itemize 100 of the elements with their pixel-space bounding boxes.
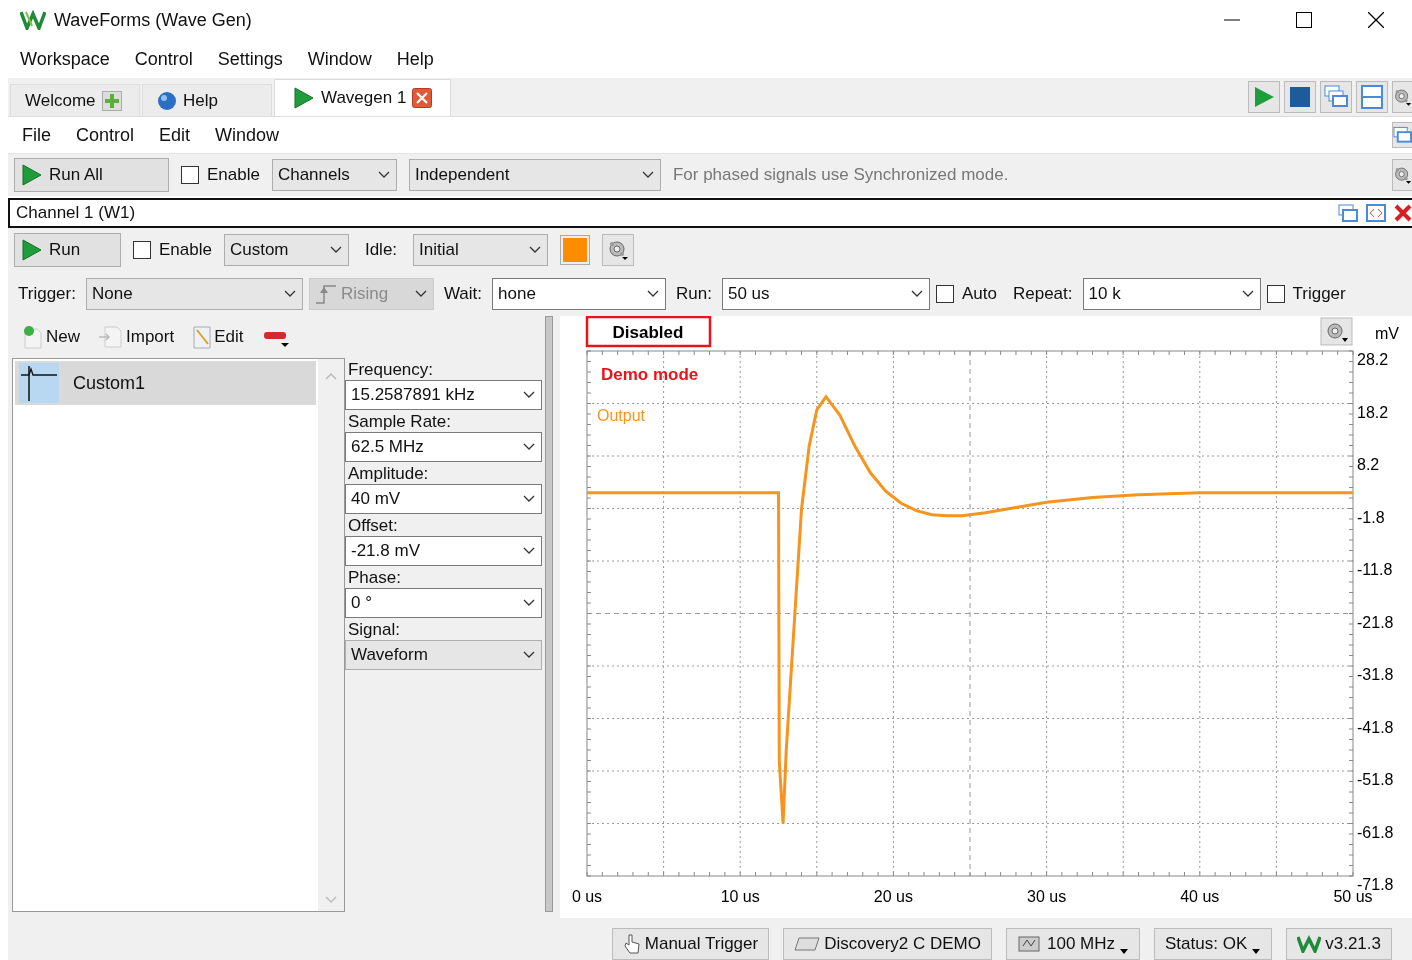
splitter-handle[interactable] (545, 316, 553, 912)
tab[interactable]: Welcome (10, 84, 140, 116)
settings-icon (607, 239, 630, 261)
chevron-icon (529, 246, 542, 254)
menu-item[interactable]: Help (396, 46, 434, 72)
restore-icon (1338, 204, 1358, 222)
chevron-icon (523, 495, 535, 503)
stop-button[interactable] (1284, 81, 1316, 113)
windows-button[interactable] (1392, 122, 1412, 148)
dropdown[interactable]: Initial (413, 234, 549, 266)
dropdown[interactable]: Independent (408, 159, 661, 191)
split-button[interactable] (1356, 81, 1388, 113)
axis-tick-label: 0 us (571, 888, 603, 905)
rising-edge-icon (314, 283, 337, 305)
axis-tick-label: 8.2 (1357, 456, 1380, 473)
checkbox[interactable] (1266, 285, 1285, 303)
dropdown[interactable]: Waveform (345, 640, 542, 670)
axis-tick-label: -21.8 (1357, 613, 1394, 631)
axis-tick-label: -31.8 (1357, 666, 1394, 683)
scrollbar[interactable] (318, 359, 344, 911)
field-label: Signal: (347, 620, 401, 640)
checkbox[interactable] (935, 285, 954, 303)
field-label: Frequency: (347, 360, 435, 380)
chevron-icon (329, 246, 342, 254)
scroll-up-icon (324, 371, 338, 381)
axis-tick-label: -61.8 (1357, 823, 1394, 841)
axis-tick-label: 28.2 (1357, 351, 1389, 368)
play-icon (21, 164, 43, 186)
hint-text: For phased signals use Synchronized mode. (672, 165, 1009, 185)
dropdown[interactable]: 50 us (721, 278, 930, 310)
close-icon (412, 88, 433, 108)
menu-item[interactable]: Control (76, 122, 135, 148)
chevron-icon (647, 290, 660, 298)
input-field[interactable]: -21.8 mV (345, 536, 542, 566)
axis-tick-label: 10 us (720, 888, 760, 905)
run-button[interactable] (1248, 81, 1280, 113)
status-button[interactable]: v3.21.3 (1286, 928, 1392, 960)
split-icon (1360, 85, 1384, 109)
menu-item[interactable]: Window (307, 46, 372, 72)
hand-pointer-icon (622, 933, 641, 955)
menu-item[interactable]: Workspace (20, 46, 110, 72)
field-label: Wait: (442, 284, 484, 304)
status-button[interactable]: 100 MHz (1006, 928, 1141, 960)
checkbox[interactable] (133, 241, 151, 259)
run-icon (1252, 85, 1276, 109)
maximize-icon (1366, 204, 1386, 222)
field-label: Run: (675, 284, 713, 304)
input-field[interactable]: hone (492, 278, 667, 310)
axis-tick-label: -41.8 (1357, 718, 1394, 736)
input-field[interactable]: 15.2587891 kHz (345, 380, 542, 410)
chevron-icon (523, 599, 535, 607)
input-field[interactable]: 40 mV (345, 484, 542, 514)
dropdown[interactable]: Custom (223, 234, 349, 266)
close-icon (1368, 12, 1384, 28)
color-swatch-icon (560, 235, 591, 265)
windows-button[interactable] (1320, 81, 1352, 113)
input-field[interactable]: 62.5 MHz (345, 432, 542, 462)
axis-tick-label: 18.2 (1357, 403, 1389, 421)
checkbox[interactable] (181, 166, 199, 184)
play-icon (21, 239, 43, 261)
input-field[interactable]: 0 ° (345, 588, 542, 618)
edit-file-icon (192, 325, 213, 349)
axis-tick-label: 20 us (873, 888, 913, 905)
tab[interactable]: Wavegen 1 (274, 79, 452, 116)
menu-item[interactable]: File (22, 122, 51, 148)
settings-button[interactable] (602, 234, 635, 266)
new-button[interactable]: New (22, 325, 80, 349)
menu-item[interactable]: Settings (217, 46, 283, 72)
dropdown[interactable]: None (85, 278, 303, 310)
axis-tick-label: -51.8 (1357, 771, 1394, 788)
maximize-icon (1296, 12, 1312, 28)
minimize-icon (1224, 19, 1240, 21)
dropdown[interactable]: 10 k (1082, 278, 1261, 310)
app-logo-icon (20, 10, 46, 30)
tab[interactable]: Help (142, 84, 272, 116)
settings-button[interactable] (1392, 159, 1412, 191)
list-item[interactable]: Custom1 (15, 361, 316, 405)
import-button[interactable]: Import (98, 325, 175, 349)
status-button[interactable]: Discovery2 C DEMO (783, 928, 992, 960)
menu-item[interactable]: Window (215, 122, 280, 148)
play-icon (293, 87, 315, 109)
dropdown[interactable]: Channels (271, 159, 397, 191)
run-all-button[interactable]: Run All (14, 158, 169, 192)
status-button[interactable]: Status: OK (1154, 928, 1273, 960)
run-button[interactable]: Run (14, 233, 121, 267)
settings-button[interactable] (1320, 317, 1353, 346)
chevron-icon (523, 443, 535, 451)
help-icon (157, 90, 177, 111)
status-button[interactable]: Manual Trigger (611, 928, 770, 960)
chevron-icon (414, 290, 427, 298)
chevron-icon (910, 290, 923, 298)
menu-item[interactable]: Edit (159, 122, 191, 148)
edit-button[interactable]: Edit (192, 325, 244, 349)
settings-button[interactable] (1392, 81, 1412, 113)
field-label: Offset: (347, 516, 399, 536)
axis-tick-label: -1.8 (1357, 508, 1385, 526)
field-label: Amplitude: (347, 464, 430, 484)
scroll-down-icon (324, 895, 338, 905)
chevron-icon (523, 391, 535, 399)
menu-item[interactable]: Control (134, 46, 193, 72)
